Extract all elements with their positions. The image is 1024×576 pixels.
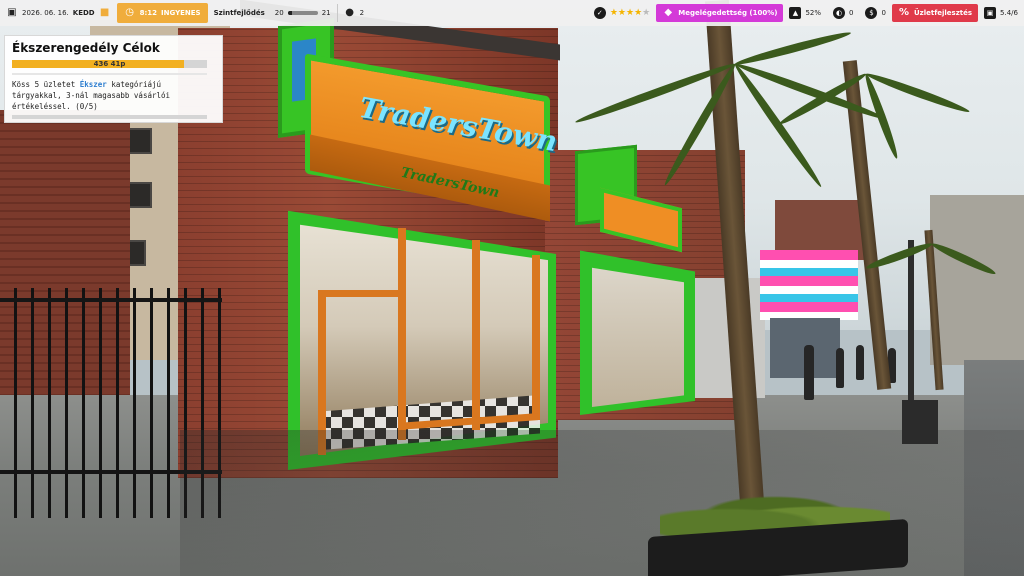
business-upgrade-pill[interactable]: % Üzletfejlesztés xyxy=(891,4,979,22)
objective-description: Köss 5 üzletet Ékszer kategóriájú tárgya… xyxy=(12,79,215,112)
objective-panel[interactable]: Ékszerengedély Célok 436 41p Köss 5 üzle… xyxy=(4,35,223,123)
customer-count-text: 2 xyxy=(359,9,365,17)
objective-title: Ékszerengedély Célok xyxy=(12,41,160,55)
objective-divider xyxy=(12,73,207,75)
rating-star-icon: ★ xyxy=(617,8,626,18)
pedestrian xyxy=(836,348,844,388)
shop-status-icon[interactable]: ■ xyxy=(99,7,111,19)
time-text: 8:12 xyxy=(139,9,158,17)
rating-star-icon: ★ xyxy=(609,8,618,18)
security-icon: ◐ xyxy=(833,7,846,19)
rating-star-icon: ★ xyxy=(626,8,635,18)
street-lamp-base xyxy=(902,400,938,444)
rating-star-icon: ★ xyxy=(634,8,643,18)
counter-a-display[interactable]: ◐ 0 xyxy=(827,0,859,26)
window-frame xyxy=(532,255,540,420)
window-frame xyxy=(398,228,406,440)
verified-badge-icon: ✓ xyxy=(593,7,606,19)
business-upgrade-text: Üzletfejlesztés xyxy=(913,9,973,17)
popularity-icon: ▲ xyxy=(789,7,802,19)
level-progress-fill xyxy=(287,11,293,15)
customer-count[interactable]: ● 2 xyxy=(338,0,370,26)
time-display[interactable]: ◷ 8:12 INGYENES xyxy=(116,3,208,23)
money-bag-icon: $ xyxy=(865,7,878,19)
time-status-text: INGYENES xyxy=(161,9,201,17)
level-progress[interactable]: Szintfejlődés 20 21 xyxy=(208,0,337,26)
fence-rail xyxy=(0,298,222,302)
top-hud-bar: ▣ 2026. 06. 16. KEDD ■ ◷ 8:12 INGYENES S… xyxy=(0,0,1024,26)
clock-icon: ◷ xyxy=(125,7,134,18)
pedestrian xyxy=(856,345,864,380)
popularity-display[interactable]: ▲ 52% xyxy=(783,0,827,26)
weekday-text: KEDD xyxy=(72,9,95,17)
objective-task-progress-bar xyxy=(12,115,207,119)
street-lamp xyxy=(908,240,914,400)
store-rating[interactable]: ✓ ★★★★★ xyxy=(588,0,656,26)
money-display[interactable]: ▣ 5.4/6 xyxy=(978,0,1024,26)
level-progress-bar xyxy=(287,11,318,15)
rating-star-icon: ★ xyxy=(642,8,651,18)
objective-progress-label: 436 41p xyxy=(93,60,126,68)
window-frame xyxy=(472,240,480,430)
second-store-window xyxy=(592,267,684,407)
pedestrian xyxy=(804,345,814,400)
calendar-icon: ▣ xyxy=(7,7,17,18)
wallet-icon: ▣ xyxy=(984,7,997,19)
popularity-text: 52% xyxy=(805,9,822,17)
level-label: Szintfejlődés xyxy=(213,9,265,17)
objective-desc-before: Köss 5 üzletet xyxy=(12,80,80,89)
level-next: 21 xyxy=(321,9,331,17)
percent-icon: % xyxy=(898,7,909,18)
level-current: 20 xyxy=(274,9,284,17)
date-display: ▣ 2026. 06. 16. KEDD ■ xyxy=(0,0,117,26)
objective-progress-bar: 436 41p xyxy=(12,60,207,68)
satisfaction-text: Megelégedettség (100%) xyxy=(678,9,778,17)
gift-icon: ◆ xyxy=(664,7,673,18)
door-frame xyxy=(318,290,400,297)
striped-awning-store xyxy=(760,250,858,320)
money-text: 5.4/6 xyxy=(1000,9,1018,17)
objective-category-link[interactable]: Ékszer xyxy=(80,80,107,89)
rating-stars: ★★★★★ xyxy=(610,8,650,18)
far-building xyxy=(930,195,1024,365)
counter-b-display[interactable]: $ 0 xyxy=(859,0,891,26)
satisfaction-pill[interactable]: ◆ Megelégedettség (100%) xyxy=(656,4,784,22)
counter-a-text: 0 xyxy=(849,9,854,17)
customer-icon: ● xyxy=(345,7,354,18)
counter-b-text: 0 xyxy=(881,9,886,17)
date-text: 2026. 06. 16. xyxy=(22,9,69,17)
